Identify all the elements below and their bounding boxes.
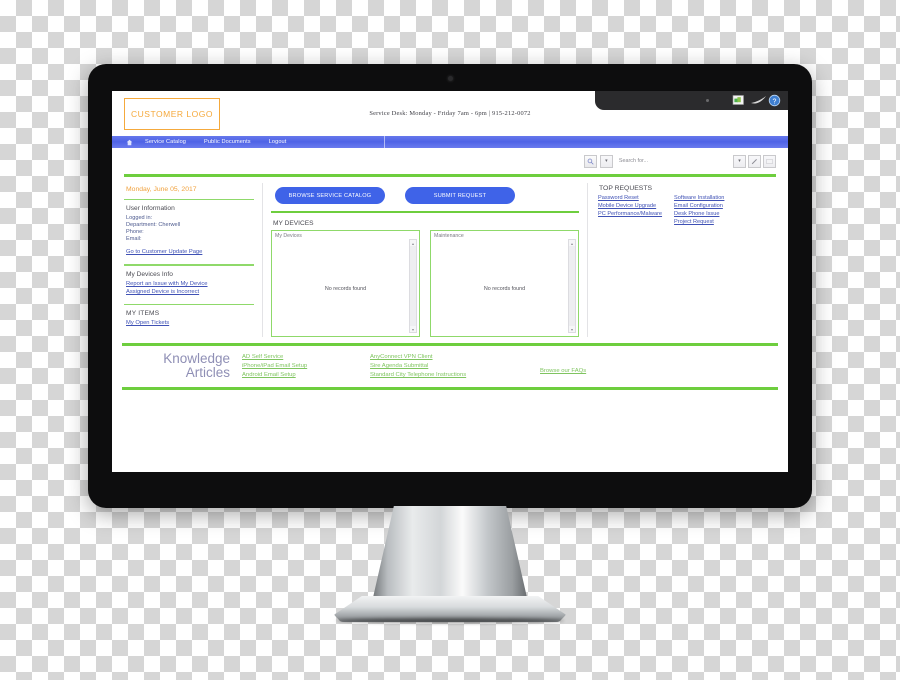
- my-devices-section-title: MY DEVICES: [273, 220, 314, 227]
- page-body: Monday, June 05, 2017 User Information L…: [112, 177, 788, 337]
- maintenance-scrollbar[interactable]: ▴ ▾: [568, 239, 576, 333]
- sidebar-divider: [124, 303, 254, 306]
- top-request-pc-performance-malware[interactable]: PC Performance/Malware: [598, 211, 662, 217]
- ka-standard-city-telephone-instructions[interactable]: Standard City Telephone Instructions: [370, 372, 540, 378]
- user-email: Email:: [126, 235, 142, 242]
- my-devices-scrollbar[interactable]: ▴ ▾: [409, 239, 417, 333]
- nav-item-service-catalog[interactable]: Service Catalog: [136, 139, 195, 145]
- my-open-tickets-link[interactable]: My Open Tickets: [124, 319, 254, 327]
- monitor-stand-shadow: [336, 618, 564, 623]
- knowledge-column-2: AnyConnect VPN Client Sire Agenda Submit…: [370, 354, 540, 378]
- browse-service-catalog-button[interactable]: BROWSE SERVICE CATALOG: [275, 187, 385, 204]
- attachment-icon[interactable]: [748, 154, 761, 168]
- sidebar: Monday, June 05, 2017 User Information L…: [124, 183, 263, 337]
- ka-sire-agenda-submittal[interactable]: Sire Agenda Submittal: [370, 363, 540, 369]
- devices-panels: My Devices No records found ▴ ▾ Maintena…: [271, 230, 579, 337]
- nav-item-logout[interactable]: Logout: [260, 139, 296, 145]
- maintenance-panel-caption: Maintenance: [434, 233, 464, 239]
- search-toolbar: ▾ Search for... ▾: [112, 148, 788, 174]
- nav-divider: [384, 136, 385, 148]
- top-requests-column-right: Software Installation Email Configuratio…: [674, 195, 724, 225]
- assigned-device-incorrect-link[interactable]: Assigned Device is Incorrect: [124, 288, 254, 296]
- page-header: CUSTOMER LOGO Service Desk: Monday - Fri…: [112, 91, 788, 136]
- top-request-software-installation[interactable]: Software Installation: [674, 195, 724, 201]
- top-requests-panel: TOP REQUESTS Password Reset Mobile Devic…: [587, 183, 776, 337]
- knowledge-column-1: AD Self Service iPhone/iPad Email Setup …: [242, 354, 370, 378]
- top-request-password-reset[interactable]: Password Reset: [598, 195, 662, 201]
- content-divider-green: [271, 211, 579, 213]
- monitor-bezel: ? CUSTOMER LOGO Service Desk: Monday - F…: [88, 64, 812, 508]
- print-icon[interactable]: ▾: [733, 154, 746, 168]
- service-desk-info: Service Desk: Monday - Friday 7am - 6pm …: [369, 110, 531, 117]
- ka-iphone-ipad-email-setup[interactable]: iPhone/iPad Email Setup: [242, 363, 370, 369]
- top-request-mobile-device-upgrade[interactable]: Mobile Device Upgrade: [598, 203, 662, 209]
- my-devices-empty-message: No records found: [324, 285, 367, 292]
- knowledge-links-columns: AD Self Service iPhone/iPad Email Setup …: [242, 352, 776, 378]
- search-control-group: ▾ Search for... ▾: [583, 154, 776, 168]
- maintenance-panel: Maintenance No records found ▴ ▾: [430, 230, 579, 337]
- ka-ad-self-service[interactable]: AD Self Service: [242, 354, 370, 360]
- knowledge-title-line1: Knowledge: [163, 351, 230, 366]
- current-date: Monday, June 05, 2017: [126, 186, 197, 193]
- search-icon[interactable]: [583, 154, 597, 168]
- scroll-up-icon[interactable]: ▴: [410, 240, 416, 246]
- ka-browse-our-faqs[interactable]: Browse our FAQs: [540, 368, 650, 374]
- knowledge-articles-title: Knowledge Articles: [124, 352, 242, 380]
- my-items-title: MY ITEMS: [126, 310, 160, 318]
- my-devices-panel-caption: My Devices: [275, 233, 302, 239]
- my-devices-info-title: My Devices Info: [126, 270, 173, 278]
- main-navigation: Service Catalog Public Documents Logout: [112, 136, 788, 148]
- monitor-screen: ? CUSTOMER LOGO Service Desk: Monday - F…: [112, 91, 788, 472]
- nav-item-public-documents[interactable]: Public Documents: [195, 139, 260, 145]
- knowledge-articles-section: Knowledge Articles AD Self Service iPhon…: [112, 346, 788, 384]
- search-tool-group: ▾: [733, 154, 776, 168]
- scroll-down-icon[interactable]: ▾: [410, 326, 416, 332]
- ka-anyconnect-vpn-client[interactable]: AnyConnect VPN Client: [370, 354, 540, 360]
- search-input[interactable]: Search for...: [619, 158, 648, 164]
- knowledge-title-line2: Articles: [185, 365, 230, 380]
- chevron-down-icon[interactable]: ▾: [599, 154, 613, 168]
- page-footer: [112, 390, 788, 412]
- top-requests-title: TOP REQUESTS: [599, 185, 653, 192]
- user-information-title: User Information: [126, 205, 175, 213]
- main-content: BROWSE SERVICE CATALOG SUBMIT REQUEST MY…: [263, 183, 587, 337]
- user-logged-in: Logged in:: [126, 214, 153, 221]
- maintenance-empty-message: No records found: [483, 285, 526, 292]
- user-department: Department: Cherwell: [126, 221, 181, 228]
- window-icon[interactable]: [763, 154, 776, 168]
- my-devices-panel: My Devices No records found ▴ ▾: [271, 230, 420, 337]
- user-phone: Phone:: [126, 228, 144, 235]
- top-requests-column-left: Password Reset Mobile Device Upgrade PC …: [598, 195, 662, 225]
- webcam-dot: [447, 76, 453, 81]
- action-button-row: BROWSE SERVICE CATALOG SUBMIT REQUEST: [271, 183, 579, 211]
- knowledge-column-3: Browse our FAQs: [540, 354, 650, 378]
- ka-android-email-setup[interactable]: Android Email Setup: [242, 372, 370, 378]
- top-request-email-configuration[interactable]: Email Configuration: [674, 203, 724, 209]
- home-icon[interactable]: [122, 139, 136, 146]
- sidebar-divider: [124, 199, 254, 201]
- monitor-stand-neck: [372, 506, 528, 602]
- report-device-issue-link[interactable]: Report an Issue with My Device: [124, 280, 254, 288]
- top-request-project-request[interactable]: Project Request: [674, 219, 724, 225]
- sidebar-divider: [124, 264, 254, 266]
- scroll-up-icon[interactable]: ▴: [569, 240, 575, 246]
- top-requests-grid: Password Reset Mobile Device Upgrade PC …: [598, 195, 776, 225]
- customer-update-link[interactable]: Go to Customer Update Page: [124, 248, 254, 256]
- scroll-down-icon[interactable]: ▾: [569, 326, 575, 332]
- top-request-desk-phone-issue[interactable]: Desk Phone Issue: [674, 211, 724, 217]
- web-page: ? CUSTOMER LOGO Service Desk: Monday - F…: [112, 91, 788, 472]
- submit-request-button[interactable]: SUBMIT REQUEST: [405, 187, 515, 204]
